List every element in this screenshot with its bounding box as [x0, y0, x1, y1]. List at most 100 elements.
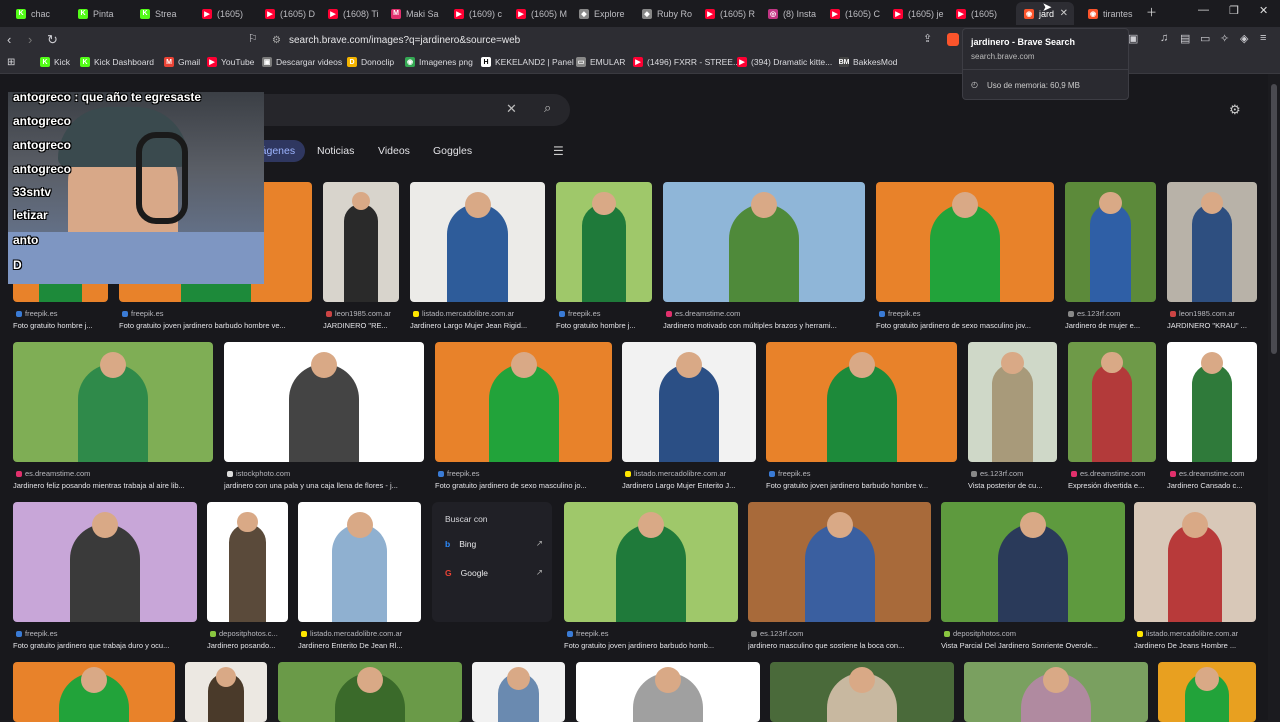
- tab-14[interactable]: ▶ (1605) je: [885, 2, 946, 25]
- result-image[interactable]: [748, 502, 931, 622]
- back-icon[interactable]: ‹: [7, 32, 11, 47]
- result-title[interactable]: Jardinero posando...: [207, 641, 288, 650]
- result-image[interactable]: [13, 502, 197, 622]
- result-image[interactable]: [13, 662, 175, 722]
- result-source[interactable]: listado.mercadolibre.com.ar: [413, 309, 545, 318]
- nav-tab-noticias[interactable]: Noticias: [307, 140, 364, 162]
- result-image[interactable]: [185, 662, 267, 722]
- tab-9[interactable]: ◆ Explore: [571, 2, 632, 25]
- tab-2[interactable]: K Strea: [132, 2, 192, 25]
- result-title[interactable]: Jardinero de mujer e...: [1065, 321, 1156, 330]
- result-source[interactable]: leon1985.com.ar: [326, 309, 399, 318]
- result-image[interactable]: [964, 662, 1148, 722]
- address-bar[interactable]: ⚙ search.brave.com/images?q=jardinero&so…: [272, 30, 962, 50]
- result-source[interactable]: listado.mercadolibre.com.ar: [301, 629, 421, 638]
- panel-icon[interactable]: ▤: [1180, 32, 1190, 45]
- tab-13[interactable]: ▶ (1605) C: [822, 2, 883, 25]
- tab-17[interactable]: ◉ tirantes: [1080, 2, 1138, 25]
- result-source[interactable]: depositphotos.c...: [210, 629, 288, 638]
- result-title[interactable]: Foto gratuito joven jardinero barbudo ho…: [119, 321, 312, 330]
- tab-15[interactable]: ▶ (1605): [948, 2, 1008, 25]
- result-source[interactable]: istockphoto.com: [227, 469, 424, 478]
- result-image[interactable]: [663, 182, 865, 302]
- result-title[interactable]: Jardinero Largo Mujer Jean Rigid...: [410, 321, 545, 330]
- tab-4[interactable]: ▶ (1605) D: [257, 2, 318, 25]
- close-tab-icon[interactable]: ✕: [1060, 8, 1068, 19]
- result-title[interactable]: JARDINERO "KRAU" ...: [1167, 321, 1257, 330]
- wallet-icon[interactable]: ▭: [1200, 32, 1210, 45]
- bookmark-2[interactable]: M Gmail: [164, 57, 200, 67]
- result-image[interactable]: [472, 662, 565, 722]
- result-image[interactable]: [224, 342, 424, 462]
- result-source[interactable]: es.dreamstime.com: [1170, 469, 1257, 478]
- tab-5[interactable]: ▶ (1608) Ti: [320, 2, 381, 25]
- bookmark-10[interactable]: ▶ (394) Dramatic kitte...: [737, 57, 832, 67]
- result-title[interactable]: Jardinero Enterito De Jean Rl...: [298, 641, 421, 650]
- tab-10[interactable]: ◆ Ruby Ro: [634, 2, 695, 25]
- clear-icon[interactable]: ✕: [506, 101, 517, 117]
- result-image[interactable]: [1167, 342, 1257, 462]
- bookmark-8[interactable]: ▭ EMULAR: [576, 57, 625, 67]
- settings-gear-icon[interactable]: ⚙: [1229, 102, 1241, 118]
- result-title[interactable]: Foto gratuito hombre j...: [13, 321, 108, 330]
- result-source[interactable]: es.dreamstime.com: [1071, 469, 1156, 478]
- result-image[interactable]: [622, 342, 756, 462]
- result-source[interactable]: freepik.es: [16, 629, 197, 638]
- result-source[interactable]: es.dreamstime.com: [16, 469, 213, 478]
- sidebar-icon[interactable]: ▣: [1128, 32, 1138, 45]
- result-source[interactable]: freepik.es: [879, 309, 1054, 318]
- result-source[interactable]: freepik.es: [16, 309, 108, 318]
- media-icon[interactable]: ♫: [1160, 32, 1168, 44]
- bookmark-11[interactable]: BM BakkesMod: [839, 57, 897, 67]
- minimize-button[interactable]: —: [1198, 4, 1209, 16]
- result-source[interactable]: freepik.es: [567, 629, 738, 638]
- result-image[interactable]: [556, 182, 652, 302]
- result-image[interactable]: [410, 182, 545, 302]
- result-title[interactable]: Expresión divertida e...: [1068, 481, 1156, 490]
- result-image[interactable]: [278, 662, 462, 722]
- result-title[interactable]: JARDINERO "RE...: [323, 321, 399, 330]
- scrollbar-thumb[interactable]: [1271, 84, 1277, 354]
- result-source[interactable]: listado.mercadolibre.com.ar: [625, 469, 756, 478]
- result-image[interactable]: [576, 662, 760, 722]
- result-image[interactable]: [968, 342, 1057, 462]
- vpn-icon[interactable]: ◈: [1240, 32, 1248, 45]
- result-title[interactable]: Vista Parcial Del Jardinero Sonriente Ov…: [941, 641, 1125, 650]
- result-title[interactable]: Foto gratuito jardinero de sexo masculin…: [876, 321, 1054, 330]
- result-image[interactable]: [207, 502, 288, 622]
- apps-icon[interactable]: ⊞: [7, 57, 15, 68]
- result-title[interactable]: Jardinero Largo Mujer Enterito J...: [622, 481, 756, 490]
- result-image[interactable]: [1158, 662, 1256, 722]
- result-image[interactable]: [13, 342, 213, 462]
- bookmark-6[interactable]: ◉ Imagenes png: [405, 57, 473, 67]
- result-image[interactable]: [941, 502, 1125, 622]
- bookmark-4[interactable]: ▣ Descargar videos: [262, 57, 342, 67]
- scrollbar[interactable]: [1268, 74, 1280, 720]
- bookmark-icon[interactable]: ⚐: [248, 32, 258, 45]
- result-source[interactable]: es.123rf.com: [971, 469, 1057, 478]
- result-title[interactable]: jardinero con una pala y una caja llena …: [224, 481, 424, 490]
- result-title[interactable]: Jardinero motivado con múltiples brazos …: [663, 321, 865, 330]
- result-image[interactable]: [1065, 182, 1156, 302]
- search-icon[interactable]: ⌕: [544, 100, 551, 116]
- result-source[interactable]: listado.mercadolibre.com.ar: [1137, 629, 1256, 638]
- bookmark-5[interactable]: D Donoclip: [347, 57, 394, 67]
- bookmark-9[interactable]: ▶ (1496) FXRR - STREE...: [633, 57, 740, 67]
- result-source[interactable]: es.dreamstime.com: [666, 309, 865, 318]
- bookmark-3[interactable]: ▶ YouTube: [207, 57, 254, 67]
- result-image[interactable]: [876, 182, 1054, 302]
- bookmark-7[interactable]: H KEKELAND2 | Panel: [481, 57, 574, 67]
- share-icon[interactable]: ⇪: [923, 32, 932, 45]
- site-settings-icon[interactable]: ⚙: [272, 35, 281, 46]
- bookmark-1[interactable]: K Kick Dashboard: [80, 57, 154, 67]
- tab-7[interactable]: ▶ (1609) c: [446, 2, 506, 25]
- result-title[interactable]: Foto gratuito joven jardinero barbudo ho…: [564, 641, 738, 650]
- filter-icon[interactable]: ☰: [553, 144, 564, 158]
- result-source[interactable]: freepik.es: [769, 469, 957, 478]
- result-source[interactable]: depositphotos.com: [944, 629, 1125, 638]
- result-title[interactable]: Foto gratuito jardinero que trabaja duro…: [13, 641, 197, 650]
- result-title[interactable]: Foto gratuito joven jardinero barbudo ho…: [766, 481, 957, 490]
- result-image[interactable]: [766, 342, 957, 462]
- result-source[interactable]: freepik.es: [122, 309, 312, 318]
- new-tab-button[interactable]: ＋: [1146, 4, 1157, 20]
